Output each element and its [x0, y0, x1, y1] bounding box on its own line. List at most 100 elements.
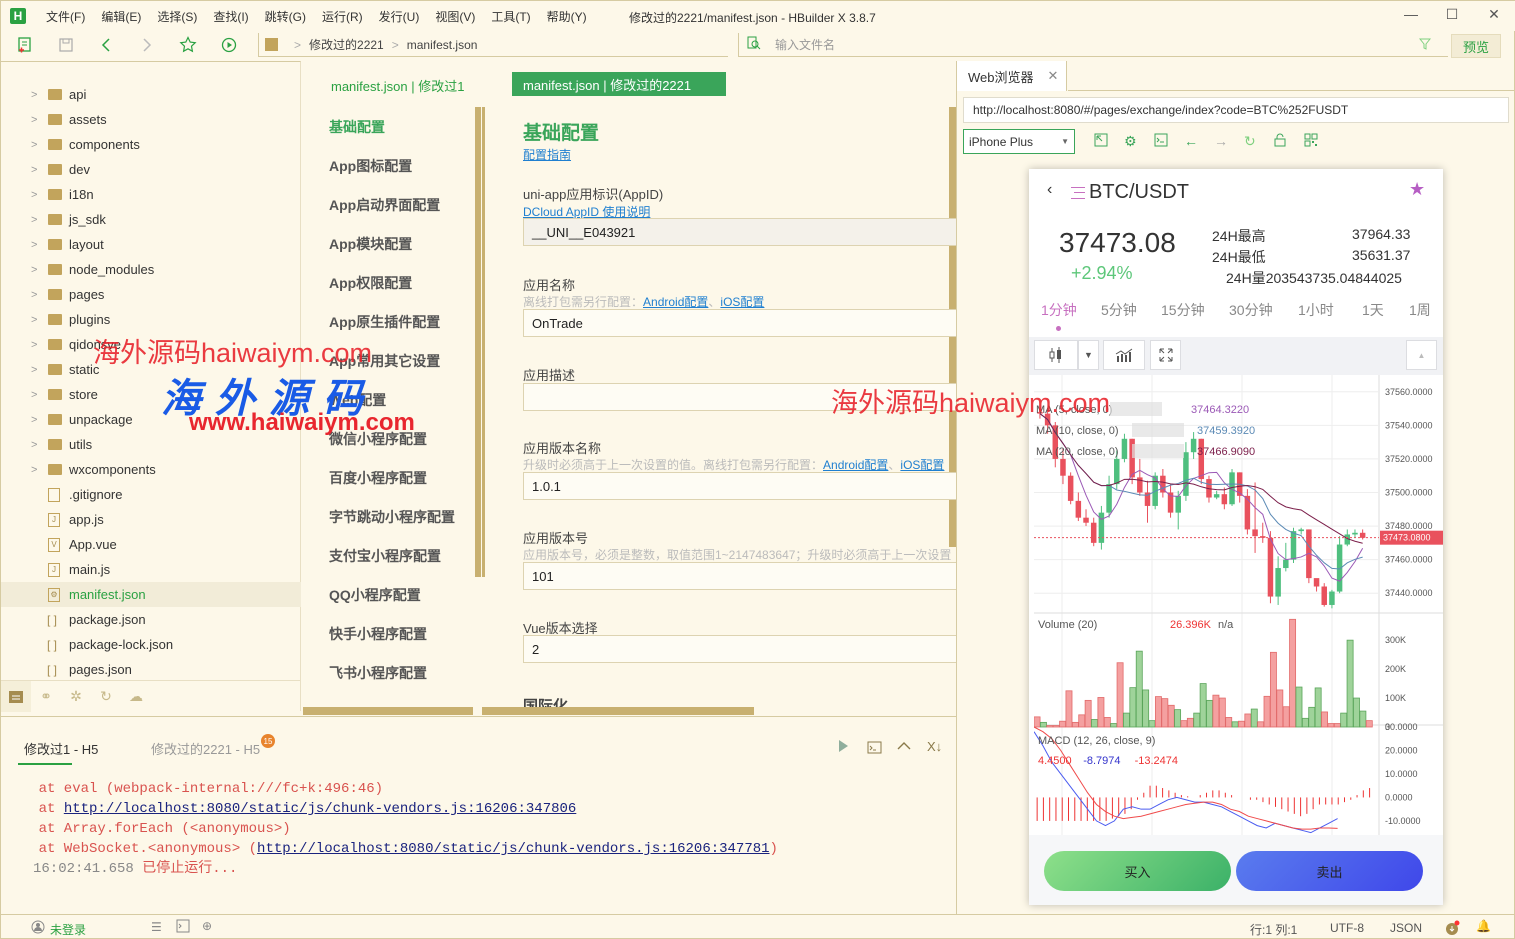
nav-horizontal-scrollbar[interactable]	[303, 707, 473, 715]
cloud-icon[interactable]: ☁	[121, 688, 151, 705]
menu-item[interactable]: 运行(R)	[314, 8, 371, 25]
manifest-nav-item[interactable]: Web配置	[329, 390, 386, 410]
indicators-button[interactable]	[1103, 340, 1145, 370]
manifest-nav-item[interactable]: 支付宝小程序配置	[329, 546, 441, 566]
encoding[interactable]: UTF-8	[1330, 921, 1364, 935]
chevron-right-icon[interactable]: >	[31, 414, 37, 426]
tree-folder[interactable]: > components	[1, 132, 301, 157]
back-icon[interactable]	[96, 35, 116, 55]
menu-item[interactable]: 视图(V)	[427, 8, 483, 25]
notification-bell-icon[interactable]: 🔔	[1476, 919, 1491, 933]
period-tab[interactable]: 1分钟	[1041, 300, 1077, 320]
manifest-nav-item[interactable]: 基础配置	[329, 117, 385, 137]
tree-file[interactable]: .gitignore	[1, 482, 301, 507]
maximize-button[interactable]: ☐	[1442, 6, 1462, 23]
console-link[interactable]: http://localhost:8080/static/js/chunk-ve…	[64, 801, 576, 817]
manifest-nav-item[interactable]: 字节跳动小程序配置	[329, 507, 455, 527]
menu-item[interactable]: 文件(F)	[38, 8, 93, 25]
form-tab[interactable]: manifest.json | 修改过的2221	[512, 72, 726, 96]
chevron-right-icon[interactable]: >	[31, 214, 37, 226]
run-icon[interactable]	[219, 35, 239, 55]
chevron-right-icon[interactable]: >	[31, 89, 37, 101]
manifest-nav-item[interactable]: 百度小程序配置	[329, 468, 427, 488]
menu-item[interactable]: 帮助(Y)	[539, 8, 595, 25]
menu-item[interactable]: 工具(T)	[483, 8, 538, 25]
git-icon[interactable]: ↻	[91, 688, 121, 705]
buy-button[interactable]: 买入	[1044, 851, 1231, 891]
manifest-nav-item[interactable]: 飞书小程序配置	[329, 663, 427, 683]
chevron-right-icon[interactable]: >	[31, 339, 37, 351]
breadcrumb-file[interactable]: manifest.json	[407, 38, 478, 52]
chevron-right-icon[interactable]: >	[31, 189, 37, 201]
console-tab-2[interactable]: 修改过的2221 - H5	[151, 739, 260, 758]
tree-folder[interactable]: > node_modules	[1, 257, 301, 282]
globe-icon[interactable]: ⊕	[202, 919, 212, 933]
version-code-field[interactable]: 101	[523, 562, 956, 590]
menu-item[interactable]: 编辑(E)	[93, 8, 149, 25]
appid-field[interactable]: __UNI__E043921	[523, 218, 956, 246]
filter-icon[interactable]	[1418, 37, 1432, 54]
language-mode[interactable]: JSON	[1390, 921, 1422, 935]
nav-scrollbar[interactable]	[475, 107, 481, 577]
period-tab[interactable]: 30分钟	[1229, 300, 1273, 320]
collapse-up-icon[interactable]	[897, 739, 911, 756]
tree-file[interactable]: [ ] package.json	[1, 607, 301, 632]
tree-folder[interactable]: > i18n	[1, 182, 301, 207]
tree-folder[interactable]: > static	[1, 357, 301, 382]
close-button[interactable]: ✕	[1484, 6, 1504, 23]
candle-type-button[interactable]	[1034, 340, 1078, 370]
chevron-right-icon[interactable]: >	[31, 164, 37, 176]
chevron-right-icon[interactable]: >	[31, 289, 37, 301]
favorite-star-icon[interactable]: ★	[1409, 179, 1425, 200]
tree-file[interactable]: ⚙ manifest.json	[1, 582, 301, 607]
manifest-nav-item[interactable]: QQ小程序配置	[329, 585, 421, 605]
tree-folder[interactable]: > dev	[1, 157, 301, 182]
android-config-link[interactable]: Android配置	[823, 458, 888, 472]
close-tab-icon[interactable]: ✕	[1048, 68, 1059, 84]
vue-version-field[interactable]: 2	[523, 635, 956, 663]
clear-scroll-icon[interactable]: X↓	[927, 739, 942, 754]
back-icon[interactable]: ‹	[1047, 181, 1052, 199]
unlock-icon[interactable]	[1274, 133, 1286, 150]
chevron-right-icon[interactable]: >	[31, 239, 37, 251]
tree-folder[interactable]: > utils	[1, 432, 301, 457]
external-window-icon[interactable]	[1094, 133, 1108, 150]
minimize-button[interactable]: —	[1401, 6, 1421, 22]
collapse-toolbar-button[interactable]: ▲	[1406, 340, 1437, 370]
chart-svg[interactable]: 37560.0000 37540.0000 37520.0000 37500.0000…	[1033, 375, 1443, 835]
binoculars-icon[interactable]: ⚭	[31, 688, 61, 705]
new-file-icon[interactable]	[15, 35, 35, 55]
menu-item[interactable]: 发行(U)	[371, 8, 428, 25]
play-icon[interactable]	[838, 739, 850, 756]
manifest-nav-item[interactable]: App启动界面配置	[329, 195, 440, 215]
tree-folder[interactable]: > store	[1, 382, 301, 407]
user-icon[interactable]	[31, 920, 45, 937]
tree-folder[interactable]: > wxcomponents	[1, 457, 301, 482]
project-icon[interactable]	[1, 681, 31, 712]
qr-code-icon[interactable]	[1304, 133, 1318, 150]
tree-file[interactable]: [ ] pages.json	[1, 657, 301, 682]
manifest-nav-item[interactable]: App图标配置	[329, 156, 412, 176]
file-search-input[interactable]: 输入文件名	[738, 33, 1448, 57]
refresh-icon[interactable]: ↻	[1244, 133, 1256, 150]
star-icon[interactable]	[178, 35, 198, 55]
manifest-nav-item[interactable]: App原生插件配置	[329, 312, 440, 332]
chevron-right-icon[interactable]: >	[31, 364, 37, 376]
version-name-field[interactable]: 1.0.1	[523, 472, 956, 500]
tree-file[interactable]: V App.vue	[1, 532, 301, 557]
chevron-right-icon[interactable]: >	[31, 464, 37, 476]
tree-folder[interactable]: > plugins	[1, 307, 301, 332]
breadcrumb-project[interactable]: 修改过的2221	[309, 36, 384, 53]
period-tab[interactable]: 1周	[1409, 300, 1431, 320]
manifest-nav-item[interactable]: 快手小程序配置	[329, 624, 427, 644]
app-name-field[interactable]: OnTrade	[523, 309, 956, 337]
forward-icon[interactable]	[137, 35, 157, 55]
period-tab[interactable]: 15分钟	[1161, 300, 1205, 320]
manifest-nav-item[interactable]: App权限配置	[329, 273, 412, 293]
manifest-nav-title[interactable]: manifest.json | 修改过1	[331, 76, 464, 95]
update-icon[interactable]	[1445, 920, 1461, 939]
manifest-nav-item[interactable]: App模块配置	[329, 234, 412, 254]
url-input[interactable]: http://localhost:8080/#/pages/exchange/i…	[963, 97, 1509, 123]
tree-folder[interactable]: > api	[1, 82, 301, 107]
android-config-link[interactable]: Android配置	[643, 295, 708, 309]
